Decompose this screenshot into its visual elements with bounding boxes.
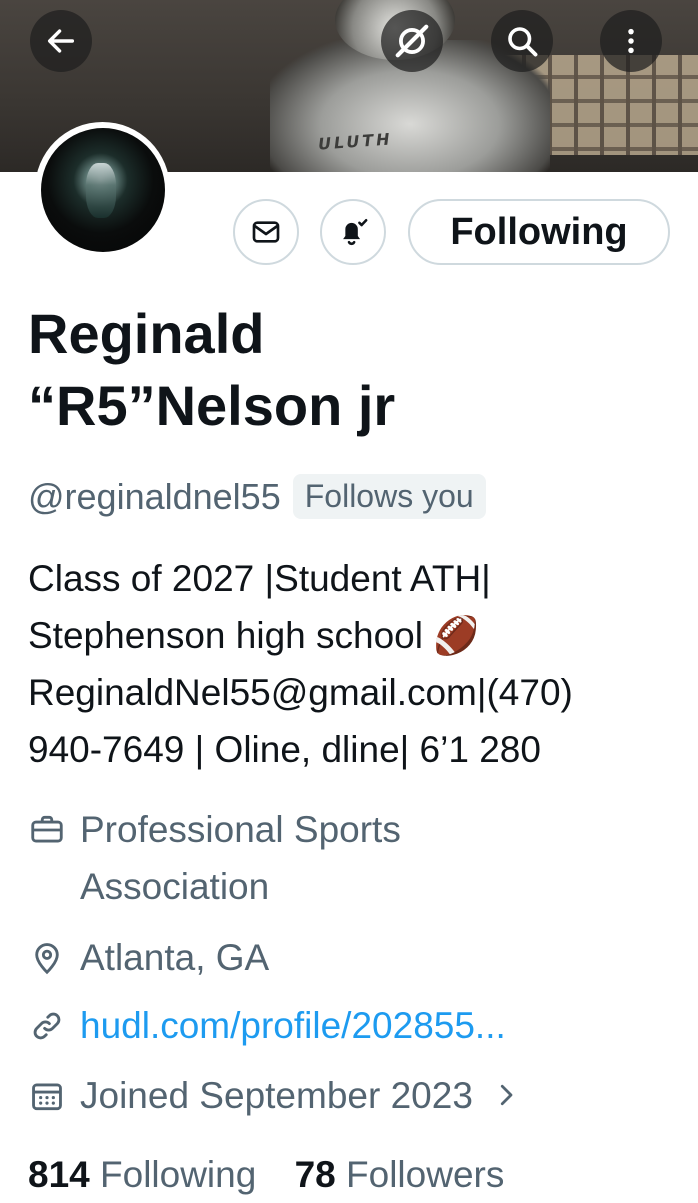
category-text: Professional Sports Association (80, 801, 401, 915)
more-options-button[interactable] (600, 10, 662, 72)
avatar-image (40, 127, 165, 252)
back-button[interactable] (30, 10, 92, 72)
search-button[interactable] (491, 10, 553, 72)
avatar[interactable] (35, 122, 170, 257)
followers-count: 78 (294, 1154, 336, 1195)
location-text: Atlanta, GA (80, 937, 270, 978)
profile-name-line1: Reginald (28, 302, 265, 365)
bio-line: ReginaldNel55@gmail.com|(470) (28, 672, 573, 713)
avatar-figure (85, 162, 116, 218)
briefcase-icon (31, 815, 63, 843)
link-icon (33, 1012, 61, 1040)
grok-slash-icon (395, 24, 429, 58)
more-vertical-icon (628, 28, 634, 54)
location-pin-icon (35, 943, 59, 975)
follow-stats: 814 Following 78 Followers (28, 1146, 504, 1203)
profile-bio: Class of 2027 |Student ATH| Stephenson h… (28, 550, 678, 778)
following-label: Following (100, 1154, 257, 1195)
website-row[interactable]: hudl.com/profile/202855... (28, 997, 506, 1054)
joined-row[interactable]: Joined September 2023 (28, 1067, 521, 1124)
following-count: 814 (28, 1154, 90, 1195)
followers-label: Followers (346, 1154, 505, 1195)
handle-row: @reginaldnel55 Follows you (28, 474, 486, 519)
follows-you-badge: Follows you (292, 474, 486, 519)
message-button[interactable] (233, 199, 299, 265)
joined-text: Joined September 2023 (80, 1075, 473, 1116)
following-button[interactable]: Following (408, 199, 670, 265)
calendar-icon (32, 1083, 62, 1111)
bio-line: Stephenson high school 🏈 (28, 615, 480, 656)
profile-handle: @reginaldnel55 (28, 475, 281, 517)
arrow-left-icon (47, 29, 75, 53)
search-icon (508, 27, 538, 57)
location-row: Atlanta, GA (28, 929, 269, 986)
category-line2: Association (80, 866, 270, 907)
website-link[interactable]: hudl.com/profile/202855... (80, 997, 506, 1054)
notifications-button[interactable] (320, 199, 386, 265)
bio-line: 940-7649 | Oline, dline| 6’1 280 (28, 729, 541, 770)
chevron-right-icon (500, 1084, 513, 1106)
profile-name-line2: “R5”Nelson jr (28, 374, 396, 437)
grok-button[interactable] (381, 10, 443, 72)
envelope-icon (252, 221, 280, 243)
bio-line: Class of 2027 |Student ATH| (28, 558, 491, 599)
bell-check-icon (343, 218, 368, 246)
followers-stat[interactable]: 78 Followers (295, 1146, 505, 1203)
category-line1: Professional Sports (80, 809, 401, 850)
profile-name: Reginald “R5”Nelson jr (28, 298, 668, 442)
professional-category[interactable]: Professional Sports Association (28, 801, 401, 915)
following-stat[interactable]: 814 Following (28, 1146, 256, 1203)
